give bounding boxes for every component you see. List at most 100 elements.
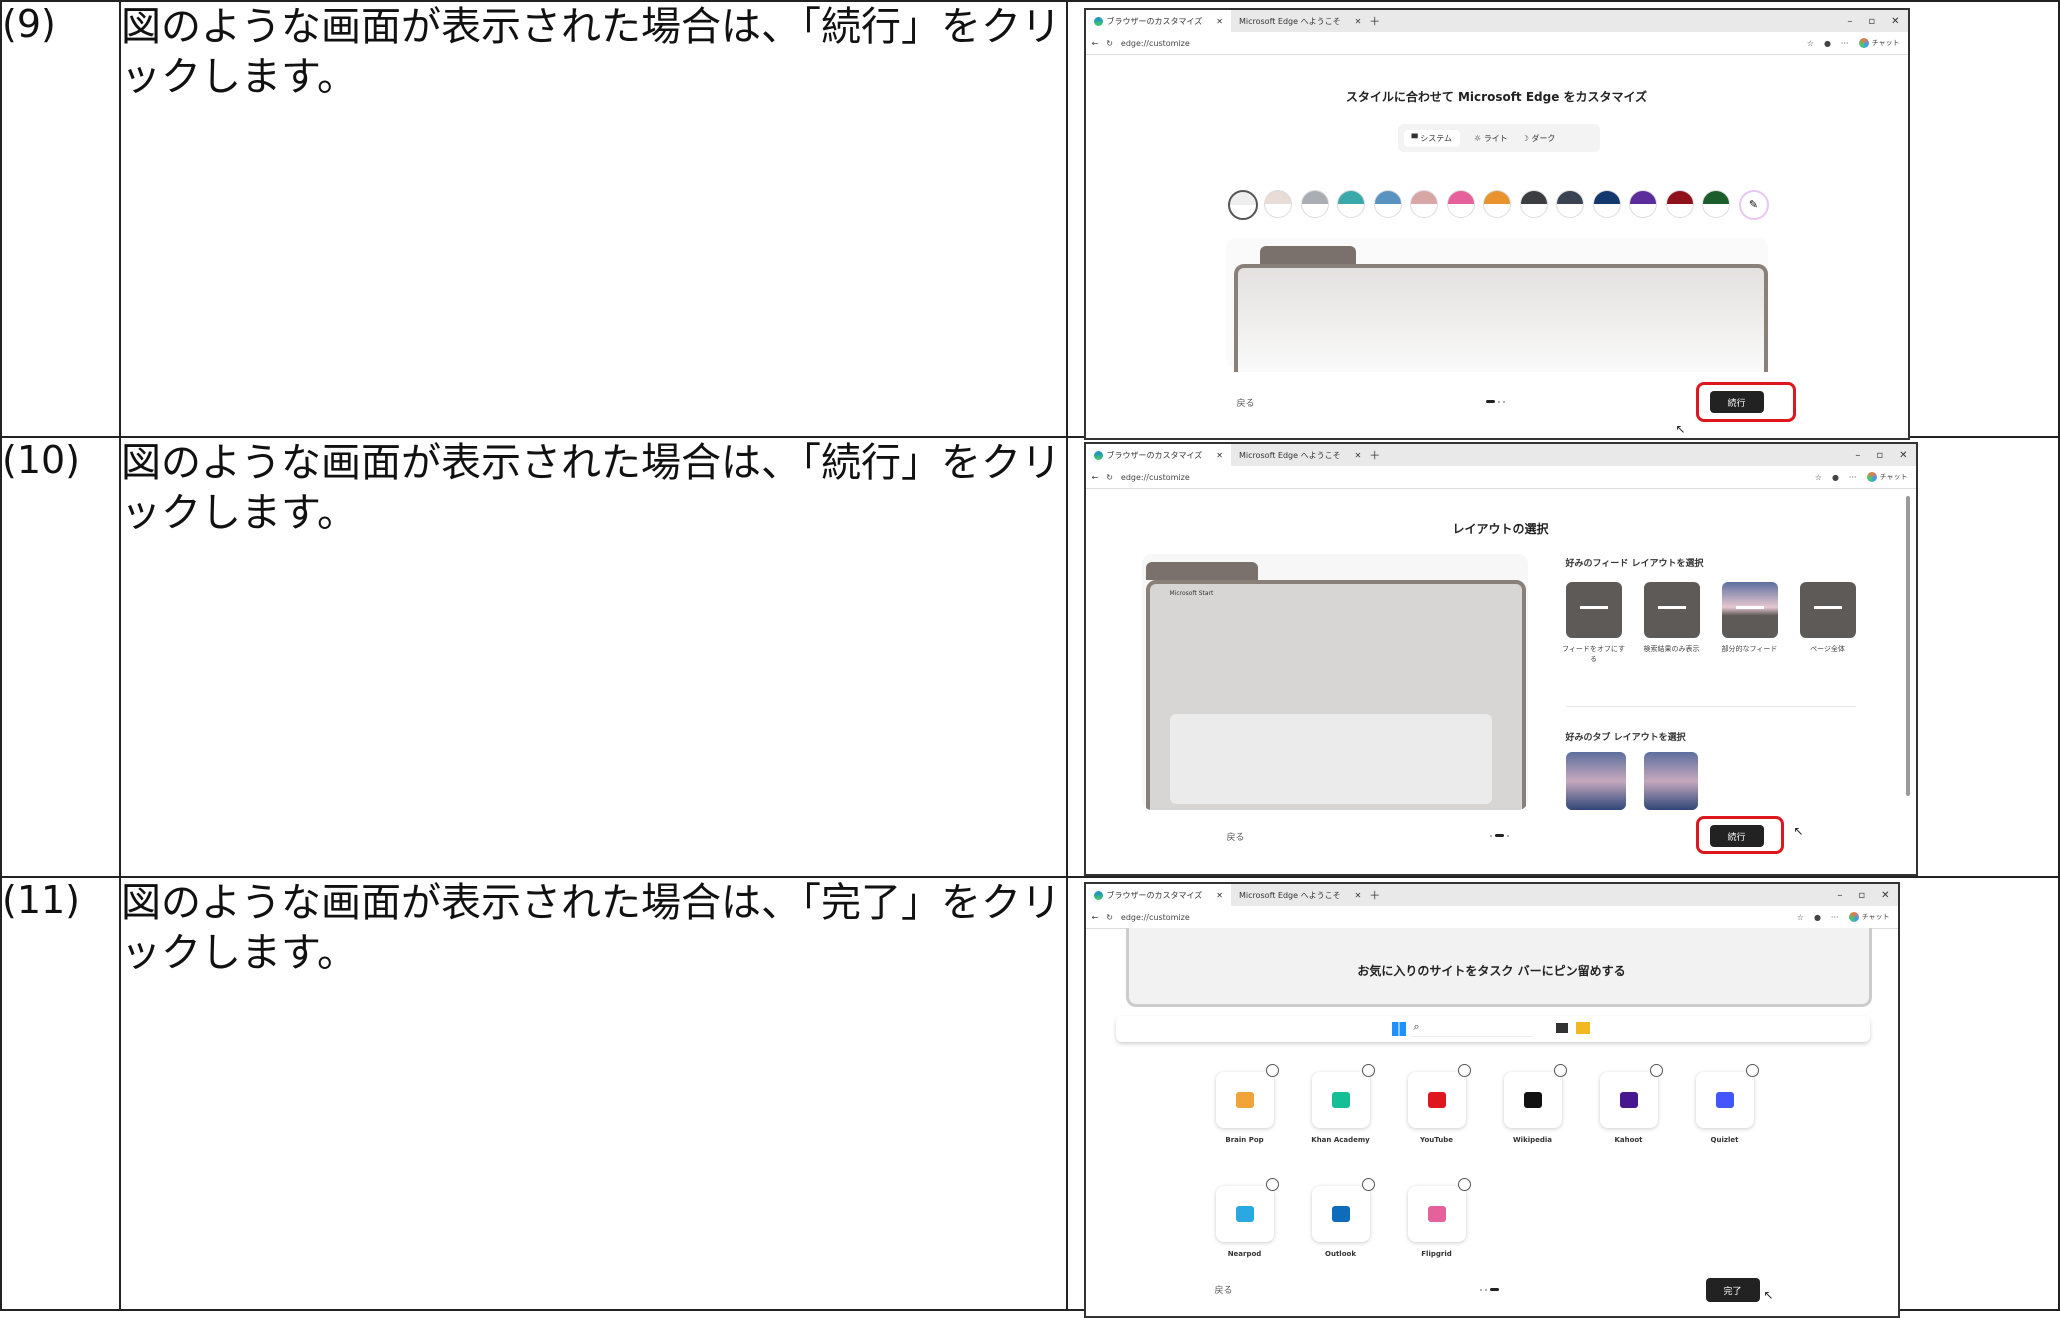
mode-system[interactable]: ▀ システム xyxy=(1403,129,1460,147)
mode-dark[interactable]: ☽ ダーク xyxy=(1522,133,1556,144)
mode-light[interactable]: ☼ ライト xyxy=(1474,133,1508,144)
color-swatch[interactable] xyxy=(1227,190,1258,220)
color-swatch[interactable] xyxy=(1665,190,1694,218)
color-swatch[interactable] xyxy=(1592,190,1621,218)
site-tile[interactable] xyxy=(1311,1064,1375,1128)
feed-option-label: ページ全体 xyxy=(1810,645,1845,653)
color-swatch[interactable] xyxy=(1556,190,1584,218)
pin-radio[interactable] xyxy=(1457,1178,1471,1191)
profile-icon[interactable]: ● xyxy=(1814,913,1821,922)
more-icon[interactable]: ··· xyxy=(1849,473,1857,482)
tab-welcome[interactable]: Microsoft Edge へようこそ ✕ xyxy=(1231,884,1369,906)
close-icon[interactable]: ✕ xyxy=(1345,17,1362,26)
color-swatch[interactable] xyxy=(1629,190,1657,218)
close-window-icon[interactable]: ✕ xyxy=(1881,890,1889,901)
color-swatch[interactable] xyxy=(1446,190,1475,218)
pin-radio[interactable] xyxy=(1265,1178,1279,1191)
star-icon[interactable]: ☆ xyxy=(1807,39,1814,48)
site-tile[interactable] xyxy=(1695,1064,1759,1128)
close-window-icon[interactable]: ✕ xyxy=(1891,16,1899,27)
pin-radio[interactable] xyxy=(1265,1064,1279,1077)
color-swatch[interactable] xyxy=(1337,190,1365,218)
url-field[interactable]: edge://customize xyxy=(1121,473,1807,482)
pin-radio[interactable] xyxy=(1361,1064,1375,1077)
site-tile[interactable] xyxy=(1215,1064,1279,1128)
more-icon[interactable]: ··· xyxy=(1831,913,1839,922)
site-name: Wikipedia xyxy=(1512,1136,1553,1144)
site-tile[interactable] xyxy=(1311,1178,1375,1242)
color-swatch[interactable] xyxy=(1702,190,1730,218)
color-swatch[interactable] xyxy=(1300,190,1329,218)
restore-icon[interactable]: ▫ xyxy=(1858,890,1865,901)
close-icon[interactable]: ✕ xyxy=(1206,17,1223,26)
star-icon[interactable]: ☆ xyxy=(1797,913,1804,922)
restore-icon[interactable]: ▫ xyxy=(1876,450,1883,461)
url-field[interactable]: edge://customize xyxy=(1121,913,1789,922)
feed-option-label: 部分的なフィード xyxy=(1721,645,1778,653)
chat-button[interactable]: チャット xyxy=(1848,912,1890,922)
site-tile[interactable] xyxy=(1407,1064,1471,1128)
pin-radio[interactable] xyxy=(1649,1064,1663,1077)
color-swatch[interactable] xyxy=(1483,190,1511,218)
site-tile[interactable] xyxy=(1407,1178,1471,1242)
tab-customize[interactable]: ブラウザーのカスタマイズ ✕ xyxy=(1085,444,1231,466)
new-tab-icon[interactable]: ＋ xyxy=(1369,13,1380,29)
refresh-icon[interactable]: ↻ xyxy=(1106,39,1113,48)
color-swatch[interactable] xyxy=(1519,190,1548,218)
refresh-icon[interactable]: ↻ xyxy=(1106,913,1113,922)
custom-color-picker-icon[interactable]: ✎ xyxy=(1738,190,1769,220)
profile-icon[interactable]: ● xyxy=(1824,39,1831,48)
site-tile[interactable] xyxy=(1503,1064,1567,1128)
pin-radio[interactable] xyxy=(1745,1064,1759,1077)
tab-bar: ブラウザーのカスタマイズ ✕ Microsoft Edge へようこそ ✕ ＋ – ▫… xyxy=(1085,10,1908,32)
feed-option-card[interactable] xyxy=(1643,582,1700,638)
close-icon[interactable]: ✕ xyxy=(1345,891,1362,900)
back-button[interactable]: 戻る xyxy=(1216,824,1256,848)
feed-option-card[interactable] xyxy=(1721,582,1778,638)
star-icon[interactable]: ☆ xyxy=(1815,473,1822,482)
profile-icon[interactable]: ● xyxy=(1832,473,1839,482)
done-button[interactable]: 完了 xyxy=(1705,1278,1760,1302)
feed-option-card[interactable] xyxy=(1565,582,1622,638)
back-arrow-icon[interactable]: ← xyxy=(1092,39,1099,48)
pin-radio[interactable] xyxy=(1457,1064,1471,1077)
new-tab-icon[interactable]: ＋ xyxy=(1369,447,1380,463)
site-tile[interactable] xyxy=(1215,1178,1279,1242)
scrollbar[interactable] xyxy=(1905,496,1910,796)
tab-welcome[interactable]: Microsoft Edge へようこそ ✕ xyxy=(1231,444,1369,466)
tab-customize[interactable]: ブラウザーのカスタマイズ ✕ xyxy=(1085,10,1231,32)
tab-layout-vertical[interactable] xyxy=(1643,752,1698,810)
color-swatch[interactable] xyxy=(1264,190,1292,218)
more-icon[interactable]: ··· xyxy=(1841,39,1849,48)
back-arrow-icon[interactable]: ← xyxy=(1092,473,1099,482)
tab-welcome[interactable]: Microsoft Edge へようこそ ✕ xyxy=(1231,10,1369,32)
screenshot-cell: ブラウザーのカスタマイズ ✕ Microsoft Edge へようこそ ✕ ＋ – ▫… xyxy=(1065,0,2060,440)
chat-button[interactable]: チャット xyxy=(1866,472,1908,482)
pin-radio[interactable] xyxy=(1553,1064,1567,1077)
back-button[interactable]: 戻る xyxy=(1226,390,1266,414)
color-swatch[interactable] xyxy=(1373,190,1402,218)
step-number: (9) xyxy=(0,0,122,438)
new-tab-icon[interactable]: ＋ xyxy=(1369,887,1380,903)
minimize-icon[interactable]: – xyxy=(1855,450,1860,461)
restore-icon[interactable]: ▫ xyxy=(1868,16,1875,27)
chat-button[interactable]: チャット xyxy=(1858,38,1900,48)
close-icon[interactable]: ✕ xyxy=(1206,451,1223,460)
tab-customize[interactable]: ブラウザーのカスタマイズ ✕ xyxy=(1085,884,1231,906)
feed-option-card[interactable] xyxy=(1799,582,1856,638)
minimize-icon[interactable]: – xyxy=(1847,16,1852,27)
table-row: (10) 図のような画面が表示された場合は、「続行」をクリックします。 ブラウザ… xyxy=(0,436,2060,878)
pin-radio[interactable] xyxy=(1361,1178,1375,1191)
url-field[interactable]: edge://customize xyxy=(1121,39,1799,48)
close-icon[interactable]: ✕ xyxy=(1345,451,1362,460)
refresh-icon[interactable]: ↻ xyxy=(1106,473,1113,482)
back-button[interactable]: 戻る xyxy=(1204,1278,1244,1300)
color-swatch[interactable] xyxy=(1410,190,1438,218)
back-arrow-icon[interactable]: ← xyxy=(1092,913,1099,922)
tab-layout-horizontal[interactable] xyxy=(1565,752,1626,810)
close-window-icon[interactable]: ✕ xyxy=(1899,450,1907,461)
close-icon[interactable]: ✕ xyxy=(1206,891,1223,900)
minimize-icon[interactable]: – xyxy=(1837,890,1842,901)
site-tile[interactable] xyxy=(1599,1064,1663,1128)
page-indicator xyxy=(1489,834,1509,837)
